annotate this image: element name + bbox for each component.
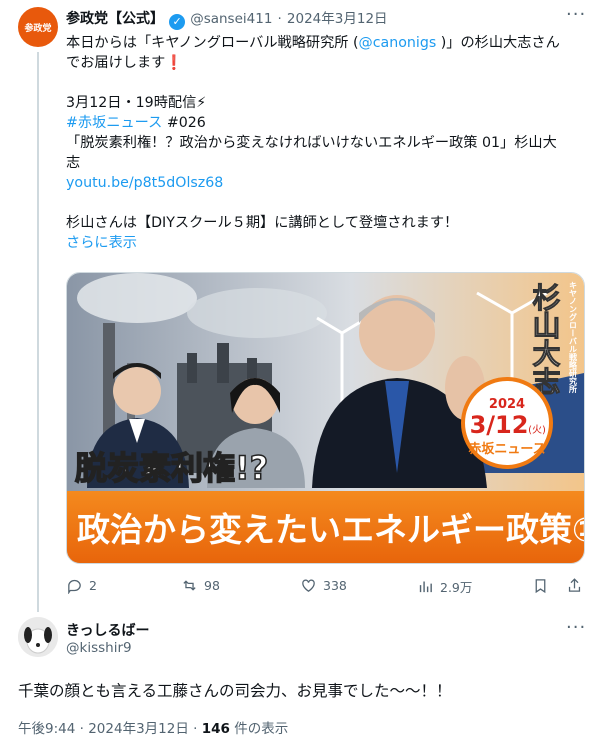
avatar-logo: 参政党 (24, 23, 52, 34)
thumbnail-image: キヤノングローバル戦略研究所 杉山大志 2024 3/12 (火) 赤坂ニュース… (67, 273, 584, 563)
verified-badge-icon: ✓ (169, 13, 186, 30)
reply-author-handle[interactable]: @kisshir9 (66, 640, 149, 656)
heart-icon (302, 579, 315, 592)
headline-bottom: 政治から変えたいエネルギー政策① (77, 510, 584, 549)
reply-views-count: 146 (201, 721, 230, 737)
org-vertical-text: キヤノングローバル戦略研究所 (568, 281, 578, 394)
views-icon (419, 581, 432, 593)
retweet-icon (183, 580, 196, 591)
text-line-3: 3月12日・19時配信⚡ (66, 95, 207, 111)
dog-avatar-image (18, 617, 58, 657)
reply-author-name[interactable]: きっしるばー (66, 620, 149, 640)
tweet-body: 本日からは「キヤノングローバル戦略研究所 (@canonigs )」の杉山大志さ… (66, 33, 586, 253)
tweet-header: 参政党【公式】 ✓ @sansei411 · 2024年3月12日 (66, 7, 388, 30)
separator-dot: · (193, 721, 198, 737)
text-line-1a: 本日からは「キヤノングローバル戦略研究所 ( (66, 35, 359, 51)
like-count: 338 (323, 578, 347, 593)
reply-author-avatar[interactable] (18, 617, 58, 657)
reply-footer: 午後9:44 · 2024年3月12日 · 146 件の表示 (18, 717, 288, 737)
mention-link[interactable]: @canonigs (359, 35, 437, 51)
hashtag-link[interactable]: #赤坂ニュース (66, 115, 162, 131)
badge-date: 3/12 (470, 411, 529, 439)
thread-line (37, 52, 39, 612)
bookmark-icon (535, 579, 546, 594)
text-line-8: 杉山さんは【DIYスクール５期】に講師として登壇されます！ (66, 215, 459, 231)
reply-views-label: 件の表示 (229, 721, 289, 737)
text-line-2: でお届けします❗ (66, 55, 183, 71)
name-vertical-text: 杉山大志 (529, 283, 562, 395)
share-action[interactable] (566, 577, 589, 594)
reply-icon (68, 579, 81, 594)
author-avatar[interactable]: 参政党 (18, 7, 58, 47)
like-action[interactable]: 338 (300, 577, 347, 594)
separator-dot: · (79, 721, 84, 737)
share-icon (568, 578, 581, 592)
views-action[interactable]: 2.9万 (417, 577, 472, 596)
reply-more-icon[interactable]: ··· (566, 617, 586, 638)
retweet-action[interactable]: 98 (181, 577, 220, 594)
view-count: 2.9万 (440, 580, 473, 595)
author-name[interactable]: 参政党【公式】 (66, 11, 164, 27)
tweet-date[interactable]: 2024年3月12日 (287, 11, 388, 27)
youtube-link[interactable]: youtu.be/p8t5dOlsz68 (66, 173, 586, 193)
reply-time[interactable]: 午後9:44 (18, 721, 75, 737)
separator-dot: · (277, 11, 282, 27)
badge-day: (火) (528, 424, 546, 436)
bookmark-action[interactable] (532, 577, 555, 594)
text-line-1b: )」の杉山大志さん (436, 35, 560, 51)
text-line-6: 志 (66, 155, 81, 171)
episode-number: #026 (162, 115, 206, 131)
headline-top: 脱炭素利権!? (75, 449, 268, 487)
author-handle[interactable]: @sansei411 (190, 11, 272, 27)
reply-header: きっしるばー @kisshir9 (66, 620, 149, 656)
reply-action[interactable]: 2 (66, 577, 97, 594)
retweet-count: 98 (204, 578, 220, 593)
badge-year: 2024 (489, 397, 525, 412)
media-thumbnail[interactable]: キヤノングローバル戦略研究所 杉山大志 2024 3/12 (火) 赤坂ニュース… (66, 272, 585, 564)
reply-date[interactable]: 2024年3月12日 (88, 721, 189, 737)
reply-text: 千葉の顔とも言える工藤さんの司会力、お見事でした〜〜！！ (18, 682, 452, 700)
badge-show: 赤坂ニュース (468, 441, 545, 457)
reply-count: 2 (89, 578, 97, 593)
text-line-5: 「脱炭素利権！？政治から変えなければいけないエネルギー政策 01」杉山大 (66, 135, 557, 151)
show-more-link[interactable]: さらに表示 (66, 233, 586, 253)
more-icon[interactable]: ··· (566, 4, 586, 25)
